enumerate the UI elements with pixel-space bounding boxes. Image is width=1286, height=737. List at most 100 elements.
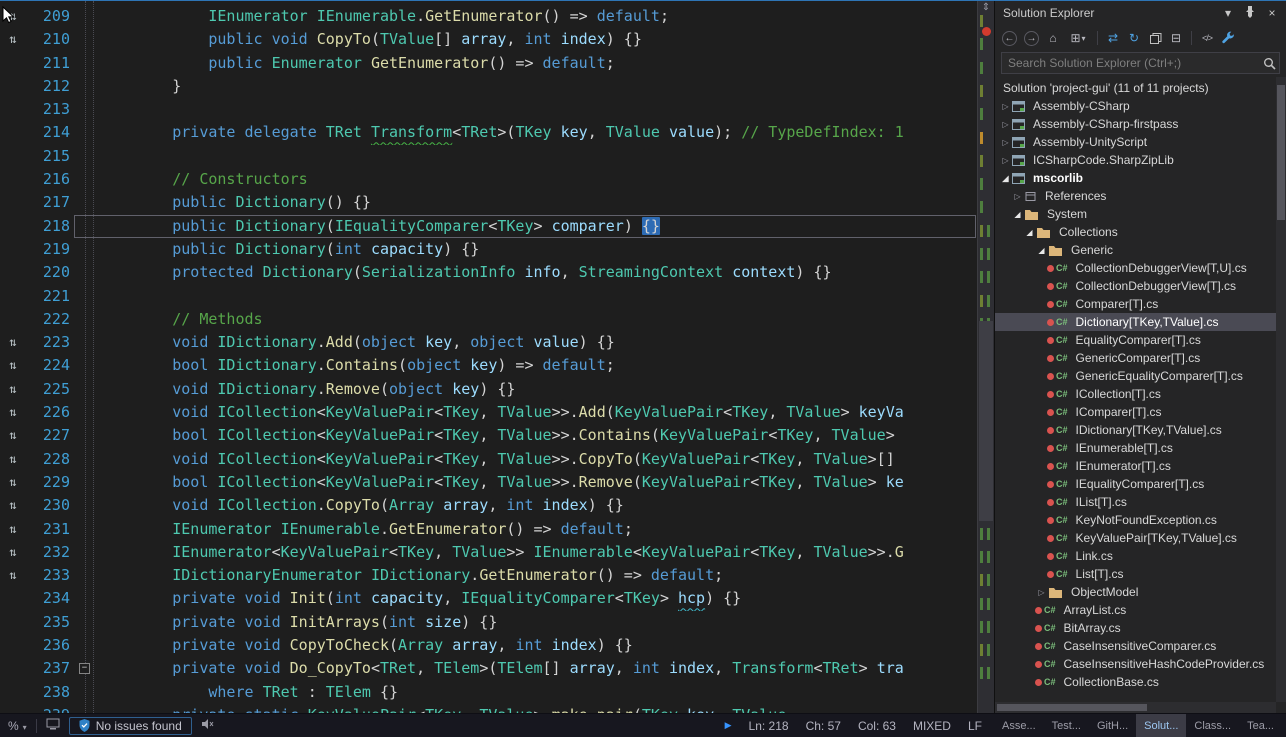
eol-indicator[interactable]: LF	[968, 719, 982, 733]
code-line[interactable]: 212 }	[0, 75, 977, 98]
tree-item[interactable]: C#IDictionary[TKey,TValue].cs	[995, 421, 1286, 439]
code-text[interactable]: }	[100, 75, 977, 98]
code-text[interactable]: IEnumerator<KeyValuePair<TKey, TValue>> …	[100, 541, 977, 564]
code-line[interactable]: 211 public Enumerator GetEnumerator() =>…	[0, 52, 977, 75]
chevron-down-icon[interactable]: ▾	[1220, 6, 1236, 20]
expand-arrow-icon[interactable]: ▷	[1011, 192, 1024, 201]
code-text[interactable]: private void InitArrays(int size) {}	[100, 611, 977, 634]
tree-item[interactable]: C#EqualityComparer[T].cs	[995, 331, 1286, 349]
expand-arrow-icon[interactable]: ▷	[999, 138, 1012, 147]
code-line[interactable]: ⇅230 void ICollection.CopyTo(Array array…	[0, 494, 977, 517]
interface-impl-icon[interactable]: ⇅	[9, 358, 16, 372]
tree-item[interactable]: C#GenericEqualityComparer[T].cs	[995, 367, 1286, 385]
interface-impl-icon[interactable]: ⇅	[9, 32, 16, 46]
code-line[interactable]: 222 // Methods	[0, 308, 977, 331]
tree-item[interactable]: C#CollectionDebuggerView[T].cs	[995, 277, 1286, 295]
interface-impl-icon[interactable]: ⇅	[9, 568, 16, 582]
interface-impl-icon[interactable]: ⇅	[9, 405, 16, 419]
code-text[interactable]: // Methods	[100, 308, 977, 331]
tree-item[interactable]: C#CollectionDebuggerView[T,U].cs	[995, 259, 1286, 277]
interface-impl-icon[interactable]: ⇅	[9, 335, 16, 349]
tree-item[interactable]: C#KeyValuePair[TKey,TValue].cs	[995, 529, 1286, 547]
search-icon[interactable]	[1259, 57, 1279, 70]
refresh-icon[interactable]: ↻	[1125, 29, 1143, 47]
code-text[interactable]: private void Do_CopyTo<TRet, TElem>(TEle…	[100, 657, 977, 680]
tree-item[interactable]: ◢Generic	[995, 241, 1286, 259]
expand-arrow-icon[interactable]: ▷	[1035, 588, 1048, 597]
view-code-icon[interactable]: </>	[1198, 29, 1216, 47]
tree-item[interactable]: Solution 'project-gui' (11 of 11 project…	[995, 79, 1286, 97]
code-text[interactable]: void IDictionary.Add(object key, object …	[100, 331, 977, 354]
tool-window-tab[interactable]: Tea...	[1239, 714, 1282, 737]
code-text[interactable]: IDictionaryEnumerator IDictionary.GetEnu…	[100, 564, 977, 587]
code-line[interactable]: 213	[0, 98, 977, 121]
tree-item[interactable]: C#CaseInsensitiveComparer.cs	[995, 637, 1286, 655]
line-indicator[interactable]: Ln: 218	[749, 719, 789, 733]
code-text[interactable]: IEnumerator IEnumerable.GetEnumerator() …	[100, 5, 977, 28]
tree-item[interactable]: C#KeyNotFoundException.cs	[995, 511, 1286, 529]
char-indicator[interactable]: Ch: 57	[806, 719, 841, 733]
expand-arrow-icon[interactable]: ▷	[999, 102, 1012, 111]
tool-window-tab[interactable]: Solut...	[1136, 714, 1186, 737]
zoom-control[interactable]: %▾	[8, 719, 27, 733]
code-line[interactable]: 220 protected Dictionary(SerializationIn…	[0, 261, 977, 284]
tree-item[interactable]: ◢Collections	[995, 223, 1286, 241]
code-line[interactable]: 234 private void Init(int capacity, IEqu…	[0, 587, 977, 610]
tree-item[interactable]: C#IEnumerator[T].cs	[995, 457, 1286, 475]
switch-views-icon[interactable]: ⊞▾	[1065, 29, 1091, 47]
tree-item[interactable]: C#IComparer[T].cs	[995, 403, 1286, 421]
expand-arrow-icon[interactable]: ▷	[999, 156, 1012, 165]
code-text[interactable]: void ICollection.CopyTo(Array array, int…	[100, 494, 977, 517]
code-line[interactable]: 218 public Dictionary(IEqualityComparer<…	[0, 215, 977, 238]
editor-scrollbar[interactable]: ⇕	[977, 1, 994, 713]
tree-item[interactable]: C#List[T].cs	[995, 565, 1286, 583]
column-indicator[interactable]: Col: 63	[858, 719, 896, 733]
code-line[interactable]: 215	[0, 145, 977, 168]
code-text[interactable]: void ICollection<KeyValuePair<TKey, TVal…	[100, 401, 977, 424]
tree-item[interactable]: ◢mscorlib	[995, 169, 1286, 187]
collapse-arrow-icon[interactable]: ◢	[1023, 228, 1036, 237]
tree-horizontal-scrollbar[interactable]	[995, 702, 1276, 713]
code-line[interactable]: ⇅209 IEnumerator IEnumerable.GetEnumerat…	[0, 5, 977, 28]
code-text[interactable]: public void CopyTo(TValue[] array, int i…	[100, 28, 977, 51]
code-line[interactable]: ⇅229 bool ICollection<KeyValuePair<TKey,…	[0, 471, 977, 494]
code-line[interactable]: 216 // Constructors	[0, 168, 977, 191]
code-line[interactable]: ⇅225 void IDictionary.Remove(object key)…	[0, 378, 977, 401]
code-editor[interactable]: ⇅209 IEnumerator IEnumerable.GetEnumerat…	[0, 1, 994, 713]
tool-window-tab[interactable]: GitH...	[1089, 714, 1136, 737]
tree-item[interactable]: ▷References	[995, 187, 1286, 205]
code-text[interactable]: void IDictionary.Remove(object key) {}	[100, 378, 977, 401]
interface-impl-icon[interactable]: ⇅	[9, 498, 16, 512]
interface-impl-icon[interactable]: ⇅	[9, 428, 16, 442]
tree-item[interactable]: C#ArrayList.cs	[995, 601, 1286, 619]
code-line[interactable]: ⇅228 void ICollection<KeyValuePair<TKey,…	[0, 448, 977, 471]
collapse-arrow-icon[interactable]: ◢	[1011, 210, 1024, 219]
mute-notifications-icon[interactable]	[201, 718, 214, 733]
tree-item[interactable]: C#IList[T].cs	[995, 493, 1286, 511]
encoding-indicator[interactable]: MIXED	[913, 719, 951, 733]
tree-item[interactable]: ◢System	[995, 205, 1286, 223]
code-text[interactable]: protected Dictionary(SerializationInfo i…	[100, 261, 977, 284]
screen-icon[interactable]	[46, 718, 60, 733]
code-text[interactable]: IEnumerator IEnumerable.GetEnumerator() …	[100, 518, 977, 541]
tree-item[interactable]: C#Link.cs	[995, 547, 1286, 565]
tree-item[interactable]: C#IEqualityComparer[T].cs	[995, 475, 1286, 493]
code-text[interactable]: public Dictionary(int capacity) {}	[100, 238, 977, 261]
code-text[interactable]: private void CopyToCheck(Array array, in…	[100, 634, 977, 657]
code-text[interactable]: // Constructors	[100, 168, 977, 191]
interface-impl-icon[interactable]: ⇅	[9, 545, 16, 559]
tree-item[interactable]: C#IEnumerable[T].cs	[995, 439, 1286, 457]
tree-item[interactable]: ▷Assembly-UnityScript	[995, 133, 1286, 151]
scrollbar-thumb[interactable]	[1277, 85, 1285, 220]
tool-window-tab[interactable]: Class...	[1186, 714, 1239, 737]
collapse-all-icon[interactable]: ⊟	[1167, 29, 1185, 47]
collapse-arrow-icon[interactable]: ◢	[999, 174, 1012, 183]
code-text[interactable]: void ICollection<KeyValuePair<TKey, TVal…	[100, 448, 977, 471]
tree-item[interactable]: ▷Assembly-CSharp	[995, 97, 1286, 115]
sync-with-active-document-icon[interactable]: ⇄	[1104, 29, 1122, 47]
code-line[interactable]: ⇅210 public void CopyTo(TValue[] array, …	[0, 28, 977, 51]
code-line[interactable]: 214 private delegate TRet Transform<TRet…	[0, 121, 977, 144]
search-input[interactable]	[1002, 56, 1259, 70]
code-text[interactable]	[100, 285, 977, 308]
code-text[interactable]: bool ICollection<KeyValuePair<TKey, TVal…	[100, 424, 977, 447]
